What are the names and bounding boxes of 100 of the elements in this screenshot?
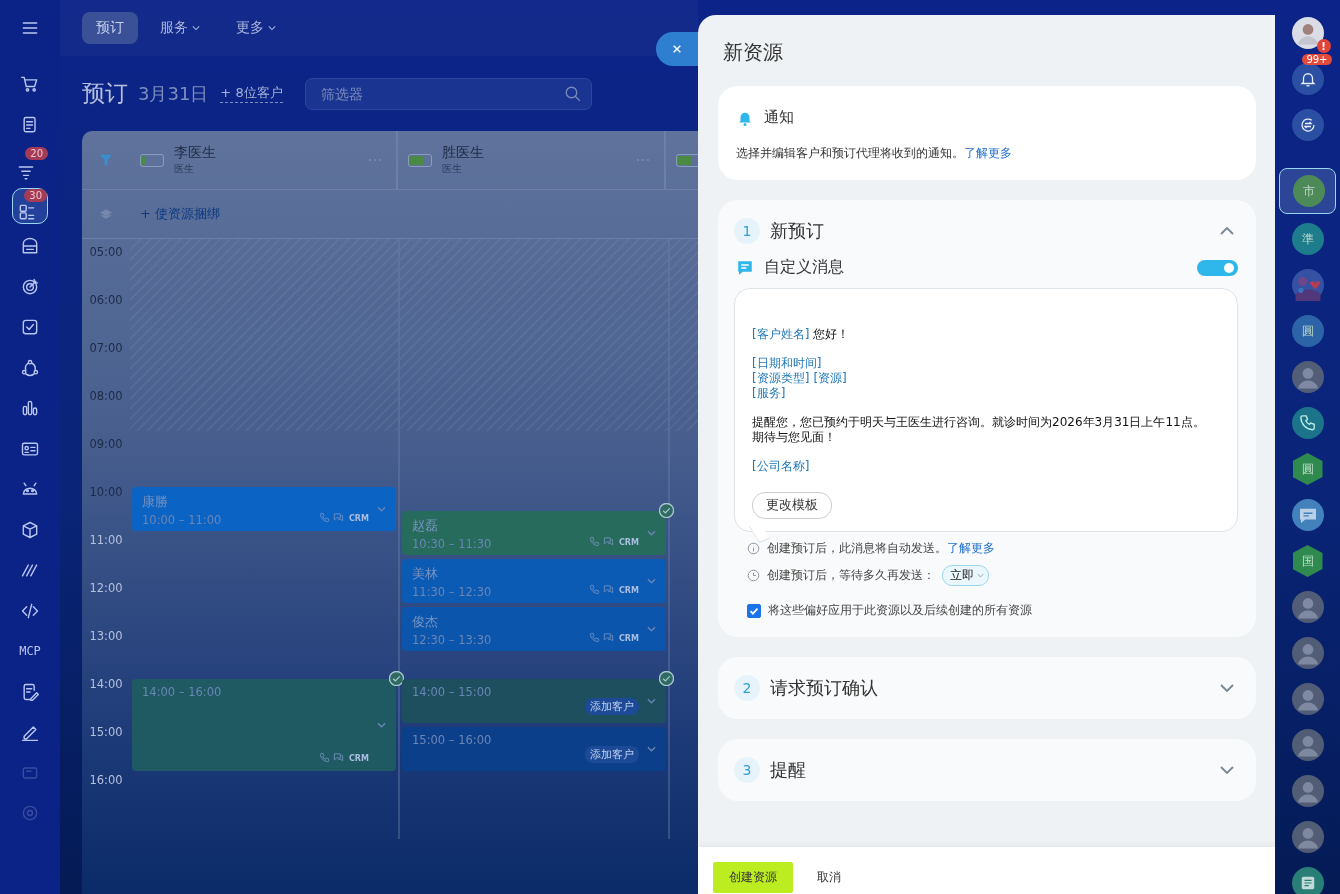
- crm-label: CRM: [619, 586, 639, 595]
- phone-icon: [589, 536, 600, 547]
- section-title: 新预订: [770, 219, 825, 243]
- chat-icon: [603, 536, 614, 547]
- chevron-down-icon: [1220, 766, 1234, 774]
- section-header[interactable]: 2 请求预订确认: [734, 675, 1238, 701]
- add-client-tag[interactable]: 添加客户: [585, 698, 639, 715]
- avatar-icon: [1291, 683, 1324, 715]
- resource-name: 胜医生: [442, 144, 485, 162]
- clients-link[interactable]: + 8位客户: [220, 84, 283, 103]
- booking-card[interactable]: 康勝 10:00 – 11:00 CRM: [132, 487, 396, 531]
- sidebar-item[interactable]: 圓: [1285, 448, 1330, 490]
- bell-icon: [1298, 70, 1317, 88]
- sidebar-item[interactable]: 30: [12, 187, 48, 224]
- nav-tab[interactable]: 更多: [222, 12, 290, 44]
- chat-avatar: 市: [1293, 175, 1325, 207]
- sidebar-item[interactable]: 国: [1285, 540, 1330, 582]
- close-icon: [672, 44, 682, 54]
- variable-tag[interactable]: [服务]: [752, 386, 786, 401]
- toggle-switch[interactable]: [1197, 259, 1238, 276]
- section-header[interactable]: 1 新预订: [734, 218, 1238, 244]
- cart-icon[interactable]: [20, 74, 40, 94]
- variable-tag[interactable]: [公司名称]: [752, 459, 810, 474]
- cancel-button[interactable]: 取消: [805, 869, 853, 886]
- panel-title: 新资源: [723, 39, 784, 66]
- target-icon[interactable]: [20, 276, 40, 297]
- phone-icon: [319, 512, 330, 523]
- page-title: 预订: [82, 79, 128, 108]
- booking-card[interactable]: 15:00 – 16:00 添加客户: [402, 727, 666, 771]
- avatar-icon: [1291, 775, 1324, 807]
- storefront-icon[interactable]: [20, 236, 40, 256]
- avatar-icon: [1291, 17, 1324, 49]
- sidebar-item[interactable]: 準: [1285, 218, 1330, 260]
- sidebar-item[interactable]: 20: [12, 147, 48, 183]
- learn-more-link[interactable]: 了解更多: [947, 541, 995, 555]
- hour-label: 15:00: [89, 727, 123, 741]
- date-label: 3月31日: [138, 81, 209, 106]
- client-name: 俊杰: [412, 613, 439, 631]
- chat-avatar: 圓: [1291, 315, 1324, 347]
- cube-icon[interactable]: [20, 519, 40, 540]
- nav-tab[interactable]: 服务: [146, 12, 214, 44]
- document-edit-icon[interactable]: [20, 681, 40, 702]
- chevron-down-icon[interactable]: [647, 746, 656, 752]
- booking-card[interactable]: 美林 11:30 – 12:30 CRM: [402, 559, 666, 603]
- hour-label: 16:00: [89, 775, 123, 789]
- hour-label: 05:00: [89, 247, 123, 261]
- booking-time: 15:00 – 16:00: [412, 733, 493, 747]
- filter-field[interactable]: 筛选器: [304, 77, 592, 110]
- sidebar-item[interactable]: MCP: [12, 633, 48, 669]
- sidebar-item[interactable]: !: [1285, 12, 1330, 54]
- avatar-icon: [1291, 821, 1324, 853]
- booking-card[interactable]: 14:00 – 16:00 CRM: [132, 679, 396, 771]
- nav-tab[interactable]: 预订: [82, 12, 138, 44]
- variable-tag[interactable]: [日期和时间]: [752, 356, 822, 371]
- delay-dropdown[interactable]: 立即: [942, 565, 989, 586]
- resource-name: 李医生: [174, 144, 217, 162]
- crm-label: CRM: [619, 538, 639, 547]
- booking-card[interactable]: 赵磊 10:30 – 11:30 CRM: [402, 511, 666, 555]
- booking-card[interactable]: 14:00 – 15:00 添加客户: [402, 679, 666, 723]
- section-header[interactable]: 3 提醒: [734, 757, 1238, 783]
- crm-label: CRM: [349, 514, 369, 523]
- learn-more-link[interactable]: 了解更多: [964, 146, 1012, 160]
- bar-chart-icon[interactable]: [20, 398, 40, 418]
- phone-icon: [319, 752, 330, 763]
- group-avatar: 国: [1292, 545, 1323, 577]
- caret-icon: [977, 573, 984, 578]
- checkbox-label: 将这些偏好应用于此资源以及后续创建的所有资源: [768, 602, 1032, 619]
- connected-dots-icon[interactable]: [20, 357, 40, 378]
- hour-label: 07:00: [89, 343, 123, 357]
- checkbox[interactable]: [747, 603, 761, 618]
- chat-icon: [1298, 116, 1317, 134]
- avatar-icon: [1291, 361, 1324, 393]
- sidebar-item[interactable]: 圓: [1285, 310, 1330, 352]
- step-number: 2: [734, 675, 760, 701]
- add-client-tag[interactable]: 添加客户: [585, 746, 639, 763]
- hour-label: 11:00: [89, 535, 123, 549]
- count-badge: 20: [25, 147, 48, 160]
- hint-text: 创建预订后，等待多久再发送：: [767, 567, 935, 584]
- hour-label: 08:00: [89, 391, 123, 405]
- step-number: 1: [734, 218, 760, 244]
- chevron-up-icon: [1220, 227, 1234, 235]
- client-name: 赵磊: [412, 517, 439, 535]
- variable-tag[interactable]: [资源]: [813, 371, 847, 386]
- avatar-icon: [1291, 637, 1324, 669]
- step-number: 3: [734, 757, 760, 783]
- booking-time: 14:00 – 16:00: [142, 685, 223, 699]
- chat-icon: [603, 584, 614, 595]
- chat-avatar: 準: [1291, 223, 1324, 255]
- chevron-down-icon: [1220, 684, 1234, 692]
- phone-icon: [589, 632, 600, 643]
- variable-tag[interactable]: [客户姓名]: [752, 327, 810, 342]
- booking-card[interactable]: 俊杰 12:30 – 13:30 CRM: [402, 607, 666, 651]
- checkbox-icon[interactable]: [20, 317, 40, 337]
- booking-time: 10:30 – 11:30: [412, 537, 493, 551]
- create-button[interactable]: 创建资源: [713, 862, 793, 893]
- sidebar-item[interactable]: 市: [1279, 168, 1336, 214]
- variable-tag[interactable]: [资源类型]: [752, 371, 810, 386]
- section-title: 请求预订确认: [770, 676, 879, 700]
- hour-label: 13:00: [89, 631, 123, 645]
- change-template-button[interactable]: 更改模板: [752, 492, 832, 519]
